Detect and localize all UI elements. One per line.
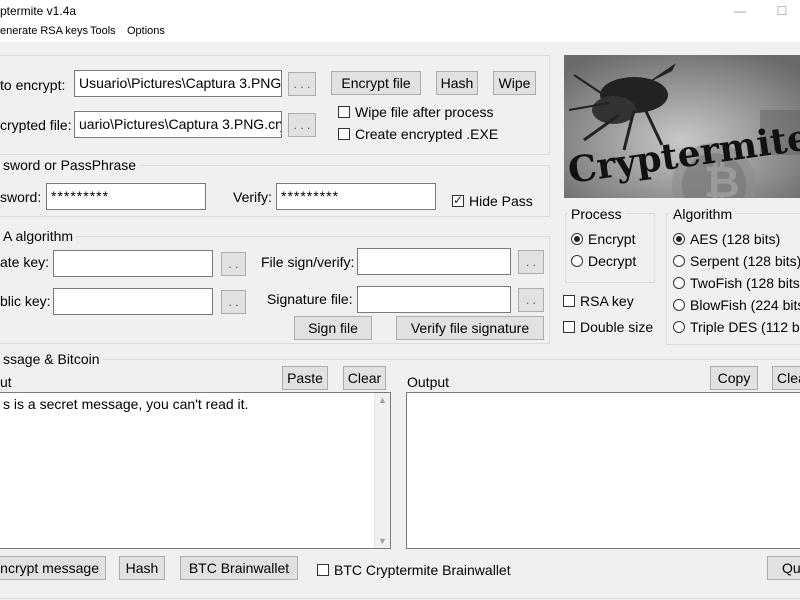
password-field[interactable]: ********* bbox=[46, 183, 206, 210]
input-scrollbar[interactable]: ▲ ▼ bbox=[374, 393, 390, 548]
message-group-label: ssage & Bitcoin bbox=[0, 351, 103, 367]
radio-dot[interactable] bbox=[673, 277, 685, 289]
hash-file-button[interactable]: Hash bbox=[436, 71, 478, 95]
radio-dot[interactable] bbox=[673, 299, 685, 311]
radio-dot[interactable] bbox=[673, 255, 685, 267]
process-group bbox=[565, 213, 655, 283]
verify-label: Verify: bbox=[233, 189, 272, 205]
cryptermite-banner-image: ₿ Cryptermite bbox=[564, 55, 800, 198]
signature-file-field[interactable] bbox=[357, 286, 511, 313]
sign-file-button[interactable]: Sign file bbox=[294, 316, 372, 340]
wipe-checkbox-label: Wipe file after process bbox=[355, 104, 494, 120]
hide-pass-checkbox[interactable]: Hide Pass bbox=[452, 193, 533, 209]
browse-public-key-button[interactable]: . . bbox=[221, 290, 246, 314]
encrypted-file-field[interactable]: uario\Pictures\Captura 3.PNG.cry bbox=[74, 111, 282, 138]
radio-dot[interactable] bbox=[571, 255, 583, 267]
btc-brainwallet-button[interactable]: BTC Brainwallet bbox=[180, 556, 298, 580]
radio-dot[interactable] bbox=[571, 233, 583, 245]
radio-dot[interactable] bbox=[673, 321, 685, 333]
wipe-after-process-checkbox[interactable]: Wipe file after process bbox=[338, 104, 494, 120]
algo-3des-radio[interactable]: Triple DES (112 bits) bbox=[673, 319, 800, 335]
algo-blowfish-radio[interactable]: BlowFish (224 bits) bbox=[673, 297, 800, 313]
rsa-key-checkbox[interactable]: RSA key bbox=[563, 293, 634, 309]
verify-signature-button[interactable]: Verify file signature bbox=[396, 316, 544, 340]
browse-encrypted-button[interactable]: . . . bbox=[288, 113, 316, 137]
process-encrypt-label: Encrypt bbox=[588, 231, 636, 247]
checkbox-box[interactable] bbox=[317, 564, 329, 576]
password-group-label: sword or PassPhrase bbox=[0, 157, 140, 173]
copy-button[interactable]: Copy bbox=[710, 366, 758, 390]
browse-sign-file-button[interactable]: . . bbox=[518, 250, 544, 274]
input-label: ut bbox=[0, 374, 12, 390]
algo-blowfish-label: BlowFish (224 bits) bbox=[690, 297, 800, 313]
hash-message-button[interactable]: Hash bbox=[119, 556, 165, 580]
checkbox-box[interactable] bbox=[563, 321, 575, 333]
output-textarea[interactable] bbox=[406, 392, 800, 549]
input-text: s is a secret message, you can't read it… bbox=[3, 396, 249, 412]
rsa-group-label: A algorithm bbox=[0, 228, 77, 244]
banner-art: ₿ Cryptermite bbox=[564, 55, 800, 198]
checkbox-box[interactable] bbox=[452, 193, 464, 207]
algo-3des-label: Triple DES (112 bits) bbox=[690, 319, 800, 335]
maximize-button[interactable]: ☐ bbox=[768, 0, 796, 22]
process-decrypt-label: Decrypt bbox=[588, 253, 637, 269]
crypt-message-button[interactable]: ncrypt message bbox=[0, 556, 106, 580]
verify-field[interactable]: ********* bbox=[276, 183, 436, 210]
process-encrypt-radio[interactable]: Encrypt bbox=[571, 231, 635, 247]
algo-aes-radio[interactable]: AES (128 bits) bbox=[673, 231, 780, 247]
menu-bar: enerate RSA keys Tools Options bbox=[0, 22, 800, 42]
password-label: sword: bbox=[0, 189, 42, 205]
file-to-encrypt-label: to encrypt: bbox=[0, 77, 66, 93]
checkbox-box[interactable] bbox=[563, 295, 575, 307]
browse-private-key-button[interactable]: . . bbox=[221, 252, 246, 276]
menu-options[interactable]: Options bbox=[127, 25, 165, 37]
public-key-field[interactable] bbox=[53, 288, 213, 315]
double-size-label: Double size bbox=[580, 319, 654, 335]
quit-button[interactable]: Qu bbox=[767, 556, 800, 580]
clear-output-button[interactable]: Clea bbox=[772, 366, 800, 390]
btc-cryptermite-label: BTC Cryptermite Brainwallet bbox=[334, 562, 511, 578]
checkbox-box[interactable] bbox=[338, 106, 350, 118]
wipe-button[interactable]: Wipe bbox=[493, 71, 536, 95]
window-title: ptermite v1.4a bbox=[0, 4, 77, 18]
algo-aes-label: AES (128 bits) bbox=[690, 231, 781, 247]
encrypted-file-label: crypted file: bbox=[0, 117, 72, 133]
hide-pass-label: Hide Pass bbox=[469, 193, 533, 209]
algo-twofish-radio[interactable]: TwoFish (128 bits) bbox=[673, 275, 800, 291]
private-key-field[interactable] bbox=[53, 250, 213, 277]
rsa-key-label: RSA key bbox=[580, 293, 634, 309]
encrypt-file-button[interactable]: Encrypt file bbox=[331, 71, 421, 95]
checkbox-box[interactable] bbox=[338, 128, 350, 140]
menu-generate-rsa-keys[interactable]: enerate RSA keys bbox=[0, 25, 88, 37]
title-bar: ptermite v1.4a — ☐ bbox=[0, 0, 800, 22]
btc-cryptermite-brainwallet-checkbox[interactable]: BTC Cryptermite Brainwallet bbox=[317, 562, 511, 578]
double-size-checkbox[interactable]: Double size bbox=[563, 319, 653, 335]
algorithm-group-label: Algorithm bbox=[670, 206, 736, 222]
file-sign-verify-field[interactable] bbox=[357, 248, 511, 275]
signature-file-label: Signature file: bbox=[267, 291, 353, 307]
clear-input-button[interactable]: Clear bbox=[343, 366, 386, 390]
output-label: Output bbox=[407, 374, 450, 390]
scroll-down-icon[interactable]: ▼ bbox=[375, 536, 390, 546]
create-exe-checkbox[interactable]: Create encrypted .EXE bbox=[338, 126, 498, 142]
minimize-button[interactable]: — bbox=[726, 0, 754, 22]
algo-twofish-label: TwoFish (128 bits) bbox=[690, 275, 800, 291]
input-textarea[interactable]: s is a secret message, you can't read it… bbox=[0, 392, 391, 549]
algo-serpent-label: Serpent (128 bits) bbox=[690, 253, 800, 269]
exe-checkbox-label: Create encrypted .EXE bbox=[355, 126, 499, 142]
browse-signature-file-button[interactable]: . . bbox=[518, 288, 544, 312]
scroll-up-icon[interactable]: ▲ bbox=[375, 395, 390, 405]
file-sign-verify-label: File sign/verify: bbox=[261, 254, 355, 270]
browse-file-button[interactable]: . . . bbox=[288, 72, 316, 96]
algo-serpent-radio[interactable]: Serpent (128 bits) bbox=[673, 253, 800, 269]
process-decrypt-radio[interactable]: Decrypt bbox=[571, 253, 636, 269]
menu-tools[interactable]: Tools bbox=[90, 25, 116, 37]
radio-dot[interactable] bbox=[673, 233, 685, 245]
paste-button[interactable]: Paste bbox=[282, 366, 328, 390]
file-to-encrypt-field[interactable]: Usuario\Pictures\Captura 3.PNG bbox=[74, 70, 282, 97]
private-key-label: ate key: bbox=[0, 254, 50, 270]
process-group-label: Process bbox=[568, 206, 625, 222]
public-key-label: blic key: bbox=[0, 293, 51, 309]
